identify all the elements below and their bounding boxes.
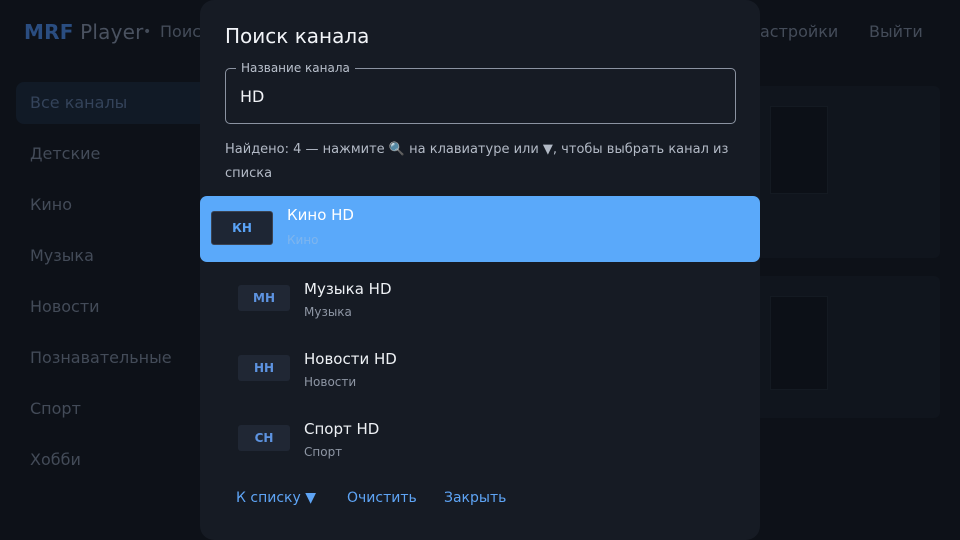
channel-card-thumbnail [770,106,828,194]
channel-name: Спорт HD [304,420,380,438]
channel-name: Музыка HD [304,280,392,298]
channel-name-label: Название канала [236,61,355,75]
result-item-kino-hd[interactable]: КН Кино HD Кино [200,196,760,262]
channel-category: Новости [304,375,357,389]
channel-search-dialog: Поиск канала Название канала Найдено: 4 … [200,0,760,540]
result-item-muzyka-hd[interactable]: МН Музыка HD Музыка [200,266,760,332]
sidebar-item-movies[interactable]: Кино [16,184,226,226]
channel-badge: СН [238,425,290,451]
channel-name-field[interactable]: Название канала [225,61,736,124]
sidebar-item-educational[interactable]: Познавательные [16,337,226,379]
nav-logout[interactable]: Выйти [869,22,923,41]
close-button[interactable]: Закрыть [444,490,506,506]
channel-category: Спорт [304,445,343,459]
channel-search-input[interactable] [240,83,720,109]
channel-card-thumbnail [770,296,828,390]
logo-prefix: MRF [24,20,74,44]
to-list-button[interactable]: К списку ▼ [236,490,316,506]
sidebar-item-kids[interactable]: Детские [16,133,226,175]
nav-search[interactable]: Поис [160,22,201,41]
results-hint: Найдено: 4 — нажмите 🔍 на клавиатуре или… [225,142,729,181]
result-item-sport-hd[interactable]: СН Спорт HD Спорт [200,406,760,472]
channel-name: Кино HD [287,206,354,224]
clear-button[interactable]: Очистить [347,490,417,506]
logo-suffix: Player [80,20,144,44]
channel-card[interactable] [740,86,940,258]
sidebar-item-hobby[interactable]: Хобби [16,439,226,481]
app-logo: MRF Player [24,20,144,44]
sidebar-item-news[interactable]: Новости [16,286,226,328]
channel-name: Новости HD [304,350,397,368]
nav-settings[interactable]: астройки [760,22,838,41]
channel-category: Музыка [304,305,352,319]
channel-badge: КН [211,211,273,245]
sidebar-item-all[interactable]: Все каналы [16,82,226,124]
channel-badge: НН [238,355,290,381]
result-item-novosti-hd[interactable]: НН Новости HD Новости [200,336,760,402]
dialog-title: Поиск канала [225,24,370,48]
sidebar-item-music[interactable]: Музыка [16,235,226,277]
sidebar-item-sport[interactable]: Спорт [16,388,226,430]
channel-category: Кино [287,233,319,247]
channel-badge: МН [238,285,290,311]
channel-card[interactable] [740,276,940,418]
nav-separator-icon: • [143,24,152,40]
